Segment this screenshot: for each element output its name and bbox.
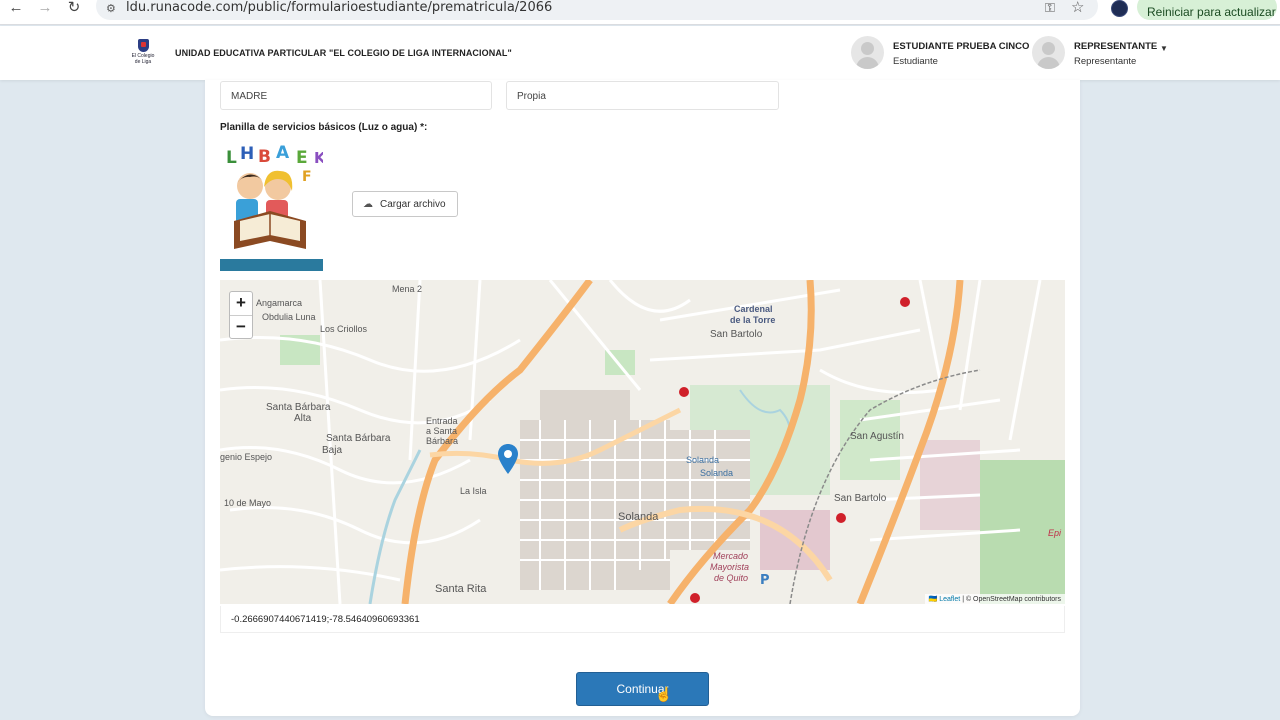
svg-text:E: E: [296, 148, 308, 168]
svg-text:Santa Bárbara: Santa Bárbara: [266, 402, 331, 413]
svg-text:Mercado: Mercado: [713, 551, 748, 561]
svg-text:a Santa: a Santa: [426, 426, 457, 436]
svg-text:K: K: [314, 149, 323, 167]
svg-text:B: B: [258, 147, 271, 167]
relationship-field[interactable]: MADRE: [220, 81, 492, 110]
svg-text:H: H: [240, 144, 254, 164]
map-tiles: P Cardenal de la Torre San Bartolo Santa…: [220, 280, 1065, 604]
hand-cursor-icon: ☝: [655, 686, 673, 702]
location-map[interactable]: P Cardenal de la Torre San Bartolo Santa…: [220, 280, 1065, 604]
kids-reading-image: L H B A E K F: [220, 141, 323, 268]
svg-text:La Isla: La Isla: [460, 486, 487, 496]
svg-text:Entrada: Entrada: [426, 416, 458, 426]
svg-text:Solanda: Solanda: [618, 511, 659, 523]
svg-text:Solanda: Solanda: [700, 468, 733, 478]
svg-text:Baja: Baja: [322, 445, 342, 456]
leaflet-link[interactable]: Leaflet: [939, 596, 960, 603]
chevron-down-icon[interactable]: ▼: [1160, 44, 1168, 53]
upload-file-button[interactable]: ☁ Cargar archivo: [352, 191, 458, 217]
app-header: El Colegio de Liga UNIDAD EDUCATIVA PART…: [0, 26, 1280, 80]
osm-attribution[interactable]: | © OpenStreetMap contributors: [962, 596, 1061, 603]
svg-text:Mena 2: Mena 2: [392, 284, 422, 294]
svg-text:Obdulia Luna: Obdulia Luna: [262, 312, 316, 322]
svg-text:Los Criollos: Los Criollos: [320, 324, 368, 334]
svg-text:San Bartolo: San Bartolo: [834, 493, 887, 504]
student-role: Estudiante: [893, 56, 938, 67]
representative-name: REPRESENTANTE: [1074, 41, 1158, 52]
housing-field[interactable]: Propia: [506, 81, 779, 110]
svg-text:F: F: [302, 169, 312, 185]
svg-text:L: L: [226, 148, 237, 168]
svg-text:San Bartolo: San Bartolo: [710, 329, 763, 340]
upload-file-label: Cargar archivo: [380, 199, 446, 210]
school-name: UNIDAD EDUCATIVA PARTICULAR "EL COLEGIO …: [175, 48, 512, 58]
location-pin-icon[interactable]: [498, 444, 518, 474]
bookmark-star-icon[interactable]: ☆: [1071, 0, 1084, 16]
cloud-upload-icon: ☁: [363, 199, 373, 210]
svg-text:Angamarca: Angamarca: [256, 298, 302, 308]
back-arrow-icon[interactable]: ←: [4, 0, 28, 17]
svg-text:Solanda: Solanda: [686, 455, 719, 465]
browser-profile-avatar[interactable]: [1111, 0, 1128, 17]
form-card: MADRE Propia Planilla de servicios básic…: [205, 80, 1080, 716]
representative-avatar: [1032, 36, 1065, 69]
svg-text:Cardenal: Cardenal: [734, 304, 773, 314]
map-attribution: 🇺🇦 Leaflet | © OpenStreetMap contributor…: [924, 594, 1065, 604]
reload-icon[interactable]: ↻: [62, 0, 86, 17]
svg-text:10 de Mayo: 10 de Mayo: [224, 498, 271, 508]
svg-text:A: A: [276, 143, 290, 163]
svg-text:Epi: Epi: [1048, 528, 1062, 538]
restart-to-update-button[interactable]: Reiniciar para actualizar: [1137, 0, 1277, 20]
zoom-in-button[interactable]: +: [230, 292, 252, 316]
logo-text: El Colegio de Liga: [131, 53, 155, 65]
coordinates-field[interactable]: -0.2666907440671419;-78.54640960693361: [220, 606, 1065, 633]
ukraine-flag-icon: 🇺🇦: [928, 596, 938, 603]
svg-text:de Quito: de Quito: [714, 573, 748, 583]
site-settings-icon[interactable]: ⚙: [106, 2, 118, 15]
svg-text:Santa Rita: Santa Rita: [435, 583, 487, 595]
password-key-icon[interactable]: ⚿: [1045, 0, 1055, 16]
address-bar[interactable]: ⚙ ldu.runacode.com/public/formularioestu…: [96, 0, 1098, 20]
svg-text:genio Espejo: genio Espejo: [220, 452, 272, 462]
forward-arrow-icon[interactable]: →: [33, 0, 57, 17]
svg-text:de la Torre: de la Torre: [730, 315, 775, 325]
uploaded-document-thumbnail[interactable]: L H B A E K F: [220, 141, 323, 271]
student-name: ESTUDIANTE PRUEBA CINCO: [893, 41, 1030, 52]
representative-role: Representante: [1074, 56, 1137, 67]
svg-text:Alta: Alta: [294, 413, 312, 424]
continue-button[interactable]: Continuar: [576, 672, 709, 706]
svg-text:Mayorista: Mayorista: [710, 562, 749, 572]
svg-text:San Agustín: San Agustín: [850, 431, 904, 442]
student-avatar: [851, 36, 884, 69]
zoom-out-button[interactable]: −: [230, 316, 252, 340]
planilla-label: Planilla de servicios básicos (Luz o agu…: [220, 122, 428, 133]
svg-text:Bárbara: Bárbara: [426, 436, 458, 446]
zoom-control: + −: [229, 291, 253, 339]
school-logo[interactable]: El Colegio de Liga: [131, 39, 155, 69]
url-text[interactable]: ldu.runacode.com/public/formularioestudi…: [126, 0, 552, 15]
svg-text:Santa Bárbara: Santa Bárbara: [326, 433, 391, 444]
shield-icon: [138, 39, 149, 52]
browser-toolbar: ← → ↻ ⚙ ldu.runacode.com/public/formular…: [0, 0, 1280, 25]
svg-text:P: P: [760, 573, 770, 588]
